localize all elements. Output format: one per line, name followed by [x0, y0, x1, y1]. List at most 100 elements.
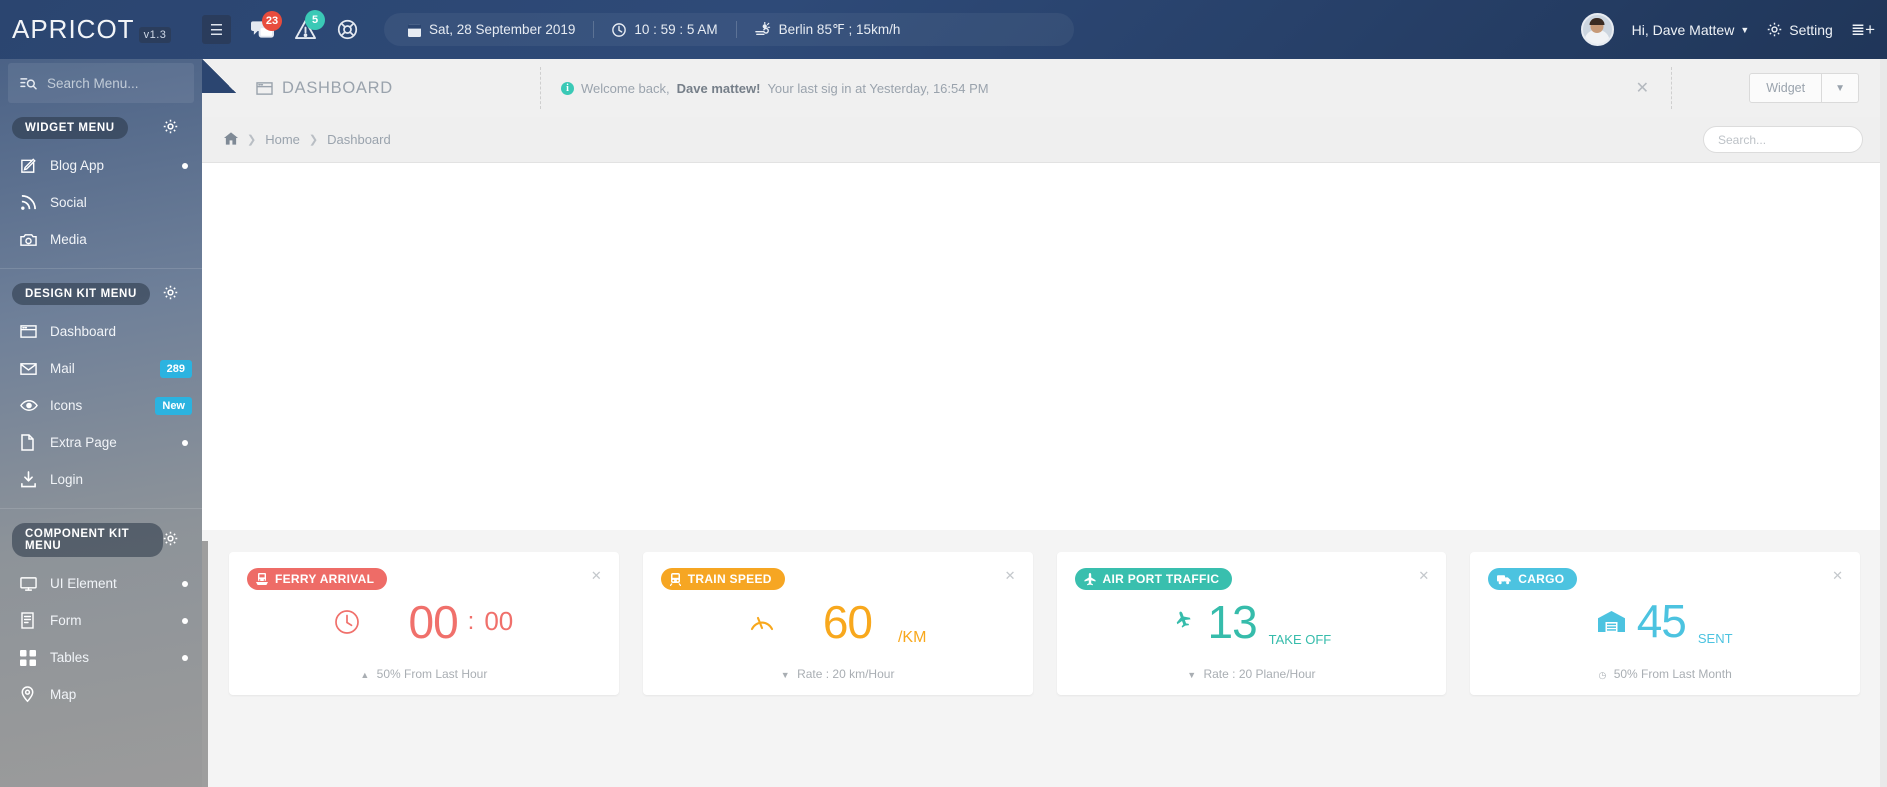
sidebar-item-label: UI Element — [50, 576, 117, 591]
sidebar-item-label: Extra Page — [50, 435, 117, 450]
sidebar-item-label: Blog App — [50, 158, 105, 173]
card-title: TRAIN SPEED — [687, 572, 772, 586]
sidebar-item-icons[interactable]: Icons New — [0, 387, 202, 424]
support-icon[interactable] — [337, 19, 358, 40]
close-icon[interactable]: ✕ — [591, 568, 602, 584]
card-value: 00 — [408, 595, 458, 648]
page-title: DASHBOARD — [202, 59, 540, 117]
sidebar-item-blog-app[interactable]: Blog App — [0, 147, 202, 184]
sidebar-item-tables[interactable]: Tables — [0, 639, 202, 676]
card-separator: : — [467, 607, 475, 635]
clock-icon — [334, 609, 360, 635]
card-train-speed[interactable]: TRAIN SPEED ✕ 60 /KM ▼ Rate : 20 km/Hour — [642, 552, 1033, 695]
alerts-button[interactable]: 5 — [294, 10, 325, 40]
form-icon — [20, 612, 50, 629]
main-content: DASHBOARD i Welcome back, Dave mattew! Y… — [202, 59, 1887, 787]
card-value-row: 60 /KM — [661, 591, 1015, 653]
card-value-small: 00 — [484, 606, 514, 636]
hamburger-icon[interactable]: ☰ — [202, 15, 231, 44]
sidebar-item-dashboard[interactable]: Dashboard — [0, 313, 202, 350]
card-ferry-arrival[interactable]: FERRY ARRIVAL ✕ 00 : 00 ▲ 50% From Last … — [229, 552, 619, 695]
sidebar-item-label: Media — [50, 232, 87, 247]
warehouse-icon — [1597, 610, 1625, 633]
card-unit: SENT — [1697, 631, 1733, 646]
brand-name: APRICOT — [12, 14, 135, 44]
sidebar-section-widget-menu: WIDGET MENU Blog App Social Media — [0, 103, 202, 268]
clock-icon — [612, 22, 627, 37]
card-value: 13 — [1207, 595, 1257, 648]
close-icon[interactable]: ✕ — [1005, 568, 1016, 584]
card-footer: ▼ Rate : 20 Plane/Hour — [1057, 667, 1447, 681]
welcome-user: Dave mattew! — [676, 80, 761, 96]
card-title: AIR PORT TRAFFIC — [1102, 572, 1220, 586]
header-time: 10 : 59 : 5 AM — [634, 22, 718, 37]
clock-small-icon: ◷ — [1598, 670, 1607, 680]
sidebar-item-login[interactable]: Login — [0, 461, 202, 498]
widget-button[interactable]: Widget — [1749, 73, 1823, 103]
stat-card-row: FERRY ARRIVAL ✕ 00 : 00 ▲ 50% From Last … — [202, 530, 1887, 695]
truck-icon — [1497, 574, 1511, 584]
close-icon[interactable]: ✕ — [1832, 568, 1843, 584]
search-menu-input[interactable] — [47, 75, 167, 91]
eye-icon — [20, 399, 50, 412]
close-icon[interactable]: ✕ — [1418, 568, 1429, 584]
sidebar-item-map[interactable]: Map — [0, 676, 202, 713]
gear-icon[interactable] — [163, 285, 178, 303]
date-time-weather-bar: Sat, 28 September 2019 10 : 59 : 5 AM Be… — [384, 13, 1074, 46]
card-value-row: 13 TAKE OFF — [1075, 591, 1429, 653]
search-input[interactable] — [1718, 132, 1848, 147]
gear-icon[interactable] — [163, 531, 178, 549]
card-title-pill: FERRY ARRIVAL — [247, 568, 388, 590]
sidebar-item-social[interactable]: Social — [0, 184, 202, 221]
weather-icon — [754, 22, 770, 36]
status-dot — [182, 654, 188, 661]
gear-icon[interactable] — [163, 119, 178, 137]
sidebar-item-label: Icons — [50, 398, 83, 413]
dashboard-canvas — [202, 163, 1887, 530]
section-title: COMPONENT KIT MENU — [12, 523, 163, 557]
status-dot — [182, 580, 188, 587]
sidebar-item-media[interactable]: Media — [0, 221, 202, 258]
close-icon[interactable]: ✕ — [1636, 78, 1649, 98]
avatar[interactable] — [1580, 13, 1614, 46]
sidebar-item-form[interactable]: Form — [0, 602, 202, 639]
alerts-badge: 5 — [305, 10, 325, 30]
download-icon — [20, 471, 50, 488]
setting-button[interactable]: Setting — [1767, 22, 1833, 38]
breadcrumb-home[interactable]: Home — [265, 132, 300, 147]
card-footer: ◷ 50% From Last Month — [1470, 667, 1860, 681]
section-header: COMPONENT KIT MENU — [0, 515, 202, 565]
sidebar-item-ui-element[interactable]: UI Element — [0, 565, 202, 602]
widget-control: Widget ▼ — [1672, 59, 1887, 117]
icons-badge: New — [155, 396, 192, 415]
page-title-bar: DASHBOARD i Welcome back, Dave mattew! Y… — [202, 59, 1887, 117]
card-footer: ▲ 50% From Last Hour — [229, 667, 619, 681]
brand-logo[interactable]: APRICOT v1.3 — [0, 14, 202, 45]
breadcrumb: ❯ Home ❯ Dashboard — [202, 117, 1887, 163]
trend-down-icon: ▼ — [1187, 670, 1197, 680]
sidebar-item-extra-page[interactable]: Extra Page — [0, 424, 202, 461]
sidebar-item-label: Tables — [50, 650, 90, 665]
page-search[interactable] — [1703, 126, 1863, 153]
list-add-icon[interactable]: ≣+ — [1851, 20, 1875, 40]
sidebar-edge — [202, 541, 208, 787]
rss-icon — [20, 194, 50, 211]
sidebar-search[interactable] — [8, 63, 194, 103]
scrollbar-track[interactable] — [1880, 59, 1887, 787]
envelope-icon — [20, 362, 50, 376]
search-menu-icon — [20, 77, 37, 89]
messages-button[interactable]: 23 — [251, 10, 282, 40]
gear-icon — [1767, 22, 1782, 37]
user-menu-button[interactable]: Hi, Dave Mattew ▼ — [1632, 22, 1750, 38]
chevron-down-icon[interactable]: ▼ — [1822, 73, 1859, 103]
widget-button-group: Widget ▼ — [1749, 73, 1859, 103]
card-unit: TAKE OFF — [1268, 631, 1332, 647]
card-air-port-traffic[interactable]: AIR PORT TRAFFIC ✕ 13 TAKE OFF ▼ Rate : … — [1056, 552, 1447, 695]
sidebar-item-mail[interactable]: Mail 289 — [0, 350, 202, 387]
breadcrumb-current: Dashboard — [327, 132, 391, 147]
card-cargo[interactable]: CARGO ✕ 45 SENT ◷ 50% From Last Month — [1470, 552, 1860, 695]
ferry-icon — [256, 572, 268, 585]
card-value: 60 — [822, 595, 873, 648]
home-icon[interactable] — [224, 131, 238, 148]
trend-down-icon: ▼ — [780, 670, 790, 680]
